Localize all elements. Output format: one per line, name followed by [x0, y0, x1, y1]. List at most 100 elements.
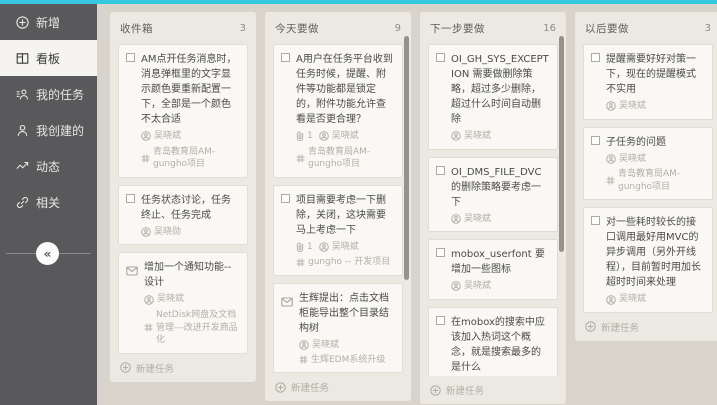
task-meta-row: 吴晓斌	[451, 280, 550, 293]
task-meta-row: 吴晓斌	[144, 293, 240, 306]
task-meta-row: 1 吴晓斌	[296, 130, 395, 143]
task-title: 项目需要考虑一下删除，关闭，这块需要马上考虑一下	[296, 193, 395, 238]
task-meta-row: gungho -- 开发项目	[296, 256, 395, 269]
task-checkbox[interactable]	[591, 52, 600, 113]
assignee: 吴晓斌	[154, 130, 181, 143]
assignee: 吴晓斌	[464, 130, 491, 143]
task-checkbox[interactable]	[436, 247, 445, 293]
column-title: 今天要做	[275, 21, 319, 36]
assignee: 吴晓斌	[332, 130, 359, 143]
person-small-icon	[451, 281, 461, 291]
new-task-button[interactable]: 新建任务	[118, 354, 248, 376]
person-list-icon	[16, 88, 29, 101]
sidebar-item-related[interactable]: 相关	[0, 184, 97, 220]
task-checkbox[interactable]	[591, 215, 600, 306]
task-checkbox[interactable]	[591, 135, 600, 194]
project-tag: 青岛教育局AM-gungho项目	[618, 168, 705, 193]
task-card[interactable]: 增加一个通知功能--设计吴晓斌 NetDisk网盘及文档管理---改进开发商品化	[118, 252, 248, 353]
new-task-button[interactable]: 新建任务	[273, 373, 403, 395]
column-title: 下一步要做	[430, 21, 485, 36]
tag-icon	[141, 154, 150, 163]
column-header: 今天要做9	[273, 19, 403, 44]
task-checkbox[interactable]	[436, 315, 445, 376]
new-task-label: 新建任务	[136, 361, 174, 375]
task-checkbox[interactable]	[281, 193, 290, 269]
task-card[interactable]: 对一些耗时较长的接口调用最好用MVC的异步调用（另外开线程），目前暂时用加长超时…	[583, 207, 713, 313]
sidebar-item-label: 动态	[36, 158, 60, 175]
task-title: 任务状态讨论，任务终止、任务完成	[141, 193, 240, 223]
task-card[interactable]: 提醒需要好好对策一下，现在的提醒模式不实用吴晓斌	[583, 44, 713, 120]
board-column: 下一步要做16OI_GH_SYS_EXCEPTION 需要做删除策略，超过多少删…	[420, 12, 566, 404]
task-meta-row: 吴晓斌	[606, 293, 705, 306]
project-tag: 青岛教育局AM-gungho项目	[308, 146, 395, 171]
card-list: AM点开任务消息时，消息弹框里的文字显示颜色要重新配置一下，全部是一个颜色不太合…	[118, 44, 248, 354]
person-small-icon	[451, 214, 461, 224]
task-meta-row: NetDisk网盘及文档管理---改进开发商品化	[144, 309, 240, 347]
new-task-label: 新建任务	[601, 320, 639, 334]
attachment-count: 1	[307, 241, 313, 254]
task-checkbox[interactable]	[436, 165, 445, 226]
person-small-icon	[606, 101, 616, 111]
task-card[interactable]: 项目需要考虑一下删除，关闭，这块需要马上考虑一下 1吴晓斌 gungho -- 开发…	[273, 185, 403, 276]
sidebar-item-board[interactable]: 看板	[0, 40, 97, 76]
task-card[interactable]: mobox_userfont 要增加一些图标吴晓斌	[428, 239, 558, 300]
sidebar-item-activity[interactable]: 动态	[0, 148, 97, 184]
task-card[interactable]: 在mobox的搜索中应该加入热词这个概念，就是搜索最多的是什么吴晓斌	[428, 307, 558, 376]
project-tag: gungho -- 开发项目	[308, 256, 390, 269]
sidebar-item-new[interactable]: 新增	[0, 4, 97, 40]
task-checkbox[interactable]	[281, 52, 290, 171]
task-title: OI_DMS_FILE_DVC 的删除策略要考虑一下	[451, 165, 550, 210]
sidebar-item-label: 相关	[36, 194, 60, 211]
task-card[interactable]: A用户在任务平台收到任务时候，提醒、附件等功能都是锁定的，附件功能允许查看是否更…	[273, 44, 403, 178]
task-meta-row: 青岛教育局AM-gungho项目	[141, 146, 240, 171]
task-meta-row: 1吴晓斌	[296, 241, 395, 254]
task-checkbox[interactable]	[126, 193, 135, 239]
person-small-icon	[144, 295, 154, 305]
task-card[interactable]: 任务状态讨论，任务终止、任务完成吴晓勋	[118, 185, 248, 246]
column-task-count: 3	[705, 23, 711, 34]
person-small-icon	[606, 154, 616, 164]
board-icon	[16, 52, 29, 65]
task-title: mobox_userfont 要增加一些图标	[451, 247, 550, 277]
task-meta-row: 吴晓斌	[451, 213, 550, 226]
task-title: 在mobox的搜索中应该加入热词这个概念，就是搜索最多的是什么	[451, 315, 550, 375]
task-card[interactable]: 生辉提出：点击文档柜能导出整个目录结构树吴晓斌生辉EDM系统升级	[273, 283, 403, 373]
kanban-board: 收件箱3AM点开任务消息时，消息弹框里的文字显示颜色要重新配置一下，全部是一个颜…	[97, 4, 717, 405]
column-header: 以后要做3	[583, 19, 713, 44]
plus-circle-icon	[120, 362, 131, 373]
assignee: 吴晓斌	[619, 153, 646, 166]
sidebar-collapse-row: «	[0, 242, 97, 266]
sidebar-item-my-tasks[interactable]: 我的任务	[0, 76, 97, 112]
task-meta-row: 青岛教育局AM-gungho项目	[606, 168, 705, 193]
new-task-button[interactable]: 新建任务	[583, 313, 713, 335]
column-scrollbar[interactable]	[404, 36, 409, 280]
task-checkbox[interactable]	[126, 52, 135, 171]
task-card[interactable]: AM点开任务消息时，消息弹框里的文字显示颜色要重新配置一下，全部是一个颜色不太合…	[118, 44, 248, 178]
task-meta-row: 吴晓斌	[606, 100, 705, 113]
assignee: 吴晓斌	[312, 339, 339, 352]
person-small-icon	[299, 340, 309, 350]
attachment-count: 1	[307, 130, 313, 143]
assignee: 吴晓斌	[464, 213, 491, 226]
card-list: A用户在任务平台收到任务时候，提醒、附件等功能都是锁定的，附件功能允许查看是否更…	[273, 44, 403, 373]
tag-icon	[144, 323, 153, 332]
task-meta-row: 吴晓斌	[141, 130, 240, 143]
task-title: 对一些耗时较长的接口调用最好用MVC的异步调用（另外开线程），目前暂时用加长超时…	[606, 215, 705, 290]
task-checkbox[interactable]	[436, 52, 445, 143]
sidebar: 新增看板我的任务我创建的动态相关 «	[0, 4, 97, 405]
collapse-toggle-button[interactable]: «	[36, 242, 59, 265]
task-card[interactable]: 子任务的问题吴晓斌青岛教育局AM-gungho项目	[583, 127, 713, 201]
sidebar-item-label: 我创建的	[36, 122, 84, 139]
task-card[interactable]: OI_GH_SYS_EXCEPTION 需要做删除策略，超过多少删除，超过什么时…	[428, 44, 558, 150]
envelope-icon	[126, 260, 138, 346]
plus-circle-icon	[430, 385, 441, 396]
sidebar-item-created[interactable]: 我创建的	[0, 112, 97, 148]
task-title: OI_GH_SYS_EXCEPTION 需要做删除策略，超过多少删除，超过什么时…	[451, 52, 550, 127]
board-column: 以后要做3提醒需要好好对策一下，现在的提醒模式不实用吴晓斌子任务的问题吴晓斌青岛…	[575, 12, 717, 341]
column-scrollbar[interactable]	[559, 36, 564, 252]
person-small-icon	[319, 131, 329, 141]
project-tag: NetDisk网盘及文档管理---改进开发商品化	[156, 309, 240, 347]
task-card[interactable]: OI_DMS_FILE_DVC 的删除策略要考虑一下吴晓斌	[428, 157, 558, 233]
task-title: 增加一个通知功能--设计	[144, 260, 240, 290]
new-task-button[interactable]: 新建任务	[428, 376, 558, 398]
